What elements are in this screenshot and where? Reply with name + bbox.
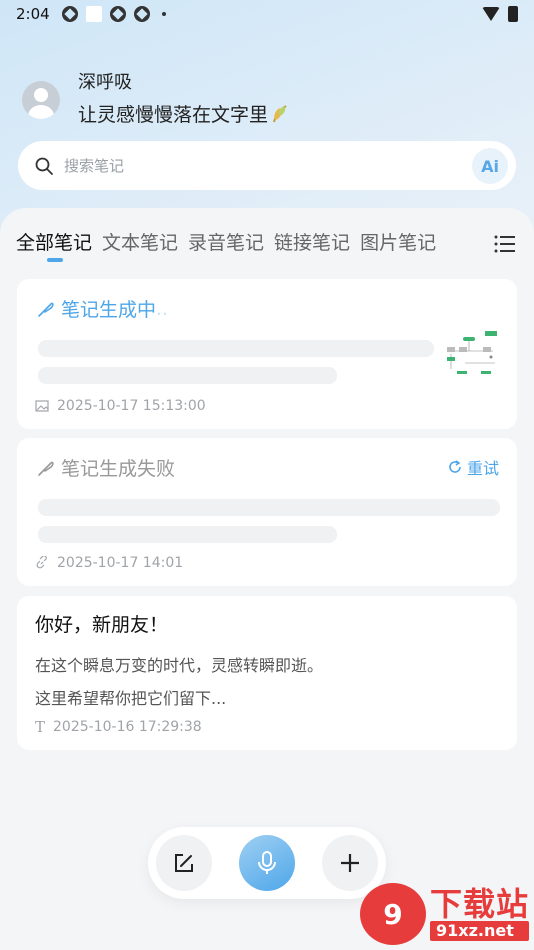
wifi-icon [482,7,500,21]
note-timestamp: 2025-10-17 14:01 [57,555,184,571]
text-type-icon: T [35,718,46,736]
note-title: 笔记生成失败 [61,458,176,480]
retry-label: 重试 [466,459,499,478]
tab-text-notes[interactable]: 文本笔记 [102,228,178,255]
refresh-icon [449,460,461,473]
search-bar[interactable]: 搜索笔记 Ai [18,141,516,190]
app-notification-icon-3 [133,6,150,22]
tab-link-notes[interactable]: 链接笔记 [274,228,350,255]
mic-icon [258,851,276,874]
user-motto: 让灵感慢慢落在文字里 [78,104,269,126]
watermark-logo-mark: 9 [360,883,426,945]
tab-audio-notes[interactable]: 录音笔记 [188,228,264,255]
status-bar: 2:04 [0,0,534,28]
new-text-note-button[interactable] [156,835,212,891]
note-preview-line: 这里希望帮你把它们留下... [35,689,227,708]
note-card-welcome[interactable]: 你好，新朋友！ 在这个瞬息万变的时代，灵感转瞬即逝。 这里希望帮你把它们留下..… [17,596,517,750]
profile-header[interactable]: 深呼吸 让灵感慢慢落在文字里 [22,70,288,130]
app-notification-icon-2 [109,6,126,22]
image-icon [35,400,49,412]
note-card-generating[interactable]: 笔记生成中 .. 2025-10-17 15:13:00 [17,279,517,429]
watermark-title: 下载站 [430,885,530,923]
edit-icon [175,854,193,872]
watermark-url: 91xz.net [430,921,530,941]
note-title: 你好，新朋友！ [35,614,169,636]
loading-dots: .. [156,297,169,320]
search-icon [35,157,53,175]
link-icon [36,556,47,569]
plus-icon [341,854,359,872]
wheat-emoji-icon [273,105,287,123]
notification-square-icon [85,6,102,22]
search-input[interactable]: 搜索笔记 [64,155,124,176]
voice-note-button[interactable] [239,835,295,891]
feather-icon [38,302,54,317]
battery-icon [508,6,518,22]
tab-all-notes[interactable]: 全部笔记 [16,228,92,262]
note-card-failed[interactable]: 笔记生成失败 重试 2025-10-17 14:01 [17,438,517,586]
skeleton-line [38,526,337,543]
ai-button-label: Ai [481,156,499,176]
bottom-action-bar [148,827,386,899]
note-timestamp: 2025-10-17 15:13:00 [57,398,206,414]
image-thumbnail[interactable] [445,329,499,387]
tab-image-notes[interactable]: 图片笔记 [360,228,436,255]
feather-icon [38,461,54,476]
note-timestamp: 2025-10-16 17:29:38 [53,719,202,735]
note-preview-line: 在这个瞬息万变的时代，灵感转瞬即逝。 [35,656,324,675]
status-time: 2:04 [16,5,50,23]
app-notification-icon [61,6,78,22]
retry-button[interactable]: 重试 [447,455,499,479]
note-title: 笔记生成中 [61,299,157,321]
skeleton-line [38,367,337,384]
skeleton-line [38,340,434,357]
note-tabs: 全部笔记 文本笔记 录音笔记 链接笔记 图片笔记 [16,228,436,262]
ai-button[interactable]: Ai [472,148,508,184]
list-menu-icon[interactable] [494,234,516,254]
avatar[interactable] [22,81,60,119]
watermark-logo: 9 下载站 91xz.net [360,883,530,945]
more-notifications-icon [161,12,166,16]
user-name: 深呼吸 [78,72,132,93]
skeleton-line [38,499,500,516]
